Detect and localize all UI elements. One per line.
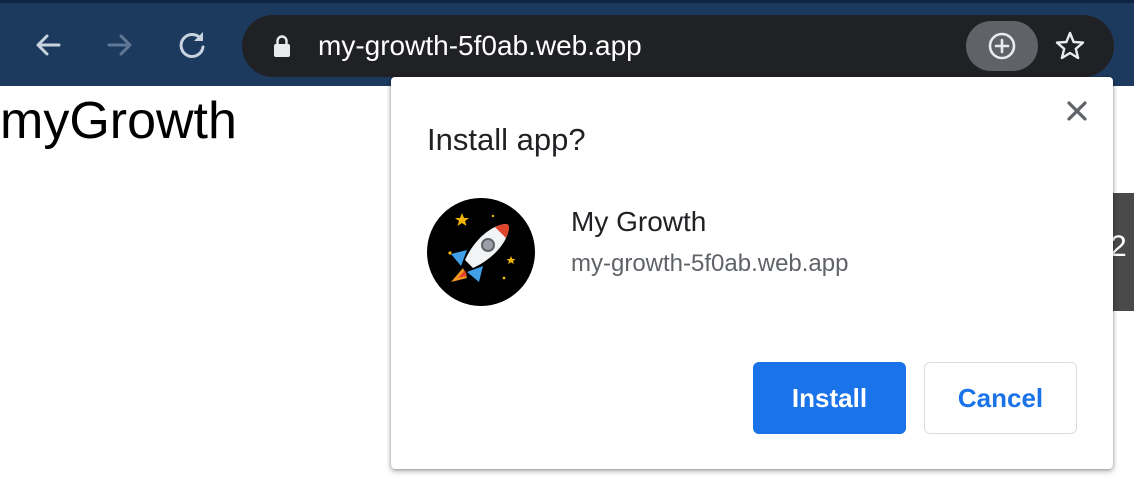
side-tab-label: 2: [1112, 230, 1127, 263]
app-name: My Growth: [571, 206, 707, 237]
install-app-button[interactable]: [966, 21, 1038, 71]
arrow-left-icon: [36, 34, 61, 56]
forward-button[interactable]: [100, 25, 140, 65]
reload-button[interactable]: [172, 25, 212, 65]
cancel-button[interactable]: Cancel: [924, 362, 1077, 434]
browser-toolbar: my-growth-5f0ab.web.app: [0, 0, 1134, 86]
arrow-right-icon: [107, 34, 132, 56]
url-text[interactable]: my-growth-5f0ab.web.app: [318, 29, 642, 63]
install-button[interactable]: Install: [753, 362, 906, 434]
reload-icon: [179, 32, 205, 58]
app-origin: my-growth-5f0ab.web.app: [571, 250, 849, 277]
dialog-title: Install app?: [427, 122, 586, 157]
page-title: myGrowth: [0, 92, 237, 150]
side-tab[interactable]: 2: [1112, 193, 1134, 311]
star-icon: [1055, 31, 1085, 60]
close-button[interactable]: [1061, 95, 1093, 127]
address-bar[interactable]: my-growth-5f0ab.web.app: [242, 15, 1114, 77]
close-icon: [1067, 101, 1087, 121]
rocket-icon: [427, 198, 535, 306]
bookmark-button[interactable]: [1050, 26, 1090, 66]
install-plus-icon: [988, 32, 1016, 60]
lock-icon[interactable]: [270, 34, 294, 58]
back-button[interactable]: [28, 25, 68, 65]
install-app-dialog: Install app? My Growth my-growth-5f0ab.w…: [391, 77, 1113, 469]
